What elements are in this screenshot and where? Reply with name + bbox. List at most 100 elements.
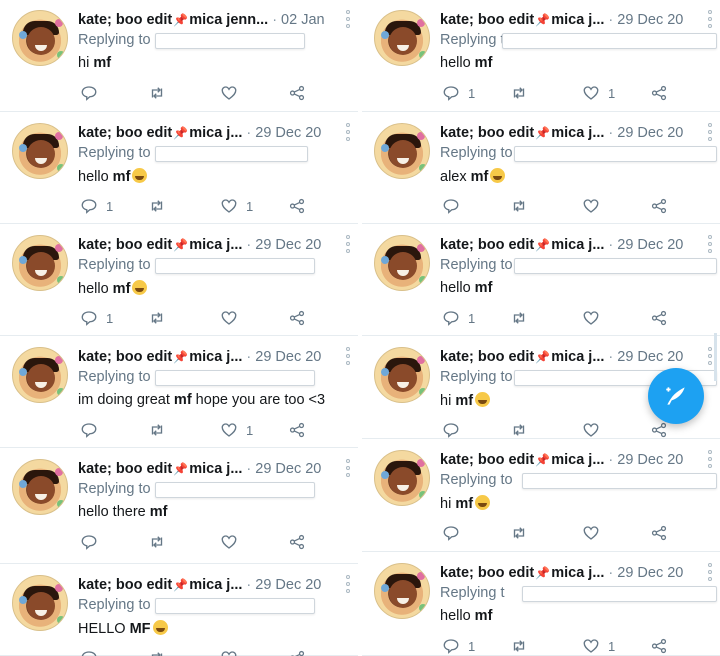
retweet-button[interactable] — [510, 524, 528, 542]
tweet-date[interactable]: 29 Dec 20 — [617, 12, 683, 28]
tweet-date[interactable]: 29 Dec 20 — [617, 349, 683, 365]
retweet-button[interactable] — [510, 421, 528, 439]
display-name[interactable]: kate; boo edit — [78, 349, 172, 365]
more-vertical-icon[interactable] — [708, 450, 712, 468]
scrollbar[interactable] — [714, 333, 717, 381]
display-name-suffix[interactable]: mica j... — [551, 12, 604, 28]
share-button[interactable] — [288, 309, 306, 327]
tweet[interactable]: kate; boo edit 📌 mica j... · 29 Dec 20 R… — [0, 337, 358, 448]
display-name[interactable]: kate; boo edit — [78, 461, 172, 477]
avatar[interactable] — [12, 459, 68, 515]
tweet[interactable]: kate; boo edit 📌 mica j... · 29 Dec 20 R… — [362, 0, 720, 112]
retweet-button[interactable] — [148, 649, 166, 656]
retweet-button[interactable] — [510, 197, 528, 215]
reply-button[interactable] — [80, 421, 106, 439]
avatar[interactable] — [374, 450, 430, 506]
tweet[interactable]: kate; boo edit 📌 mica j... · 29 Dec 20 R… — [362, 553, 720, 656]
share-button[interactable] — [288, 649, 306, 656]
avatar[interactable] — [374, 123, 430, 179]
display-name-suffix[interactable]: mica j... — [551, 237, 604, 253]
like-button[interactable] — [220, 84, 246, 102]
tweet-date[interactable]: 29 Dec 20 — [255, 577, 321, 593]
tweet-date[interactable]: 29 Dec 20 — [617, 237, 683, 253]
like-button[interactable] — [220, 649, 246, 656]
display-name-suffix[interactable]: mica j... — [551, 349, 604, 365]
tweet[interactable]: kate; boo edit 📌 mica j... · 29 Dec 20 R… — [0, 225, 358, 336]
like-button[interactable] — [582, 197, 608, 215]
display-name[interactable]: kate; boo edit — [440, 565, 534, 581]
retweet-button[interactable] — [148, 533, 166, 551]
display-name-suffix[interactable]: mica j... — [189, 237, 242, 253]
like-button[interactable] — [582, 524, 608, 542]
tweet-date[interactable]: 29 Dec 20 — [617, 565, 683, 581]
reply-button[interactable]: 1 — [442, 309, 475, 327]
avatar[interactable] — [12, 575, 68, 631]
like-button[interactable]: 1 — [582, 84, 615, 102]
display-name[interactable]: kate; boo edit — [78, 125, 172, 141]
avatar[interactable] — [374, 563, 430, 619]
display-name[interactable]: kate; boo edit — [440, 125, 534, 141]
display-name-suffix[interactable]: mica j... — [189, 461, 242, 477]
more-vertical-icon[interactable] — [346, 235, 350, 253]
display-name-suffix[interactable]: mica j... — [551, 565, 604, 581]
share-button[interactable] — [288, 84, 306, 102]
share-button[interactable] — [288, 421, 306, 439]
avatar[interactable] — [374, 10, 430, 66]
share-button[interactable] — [650, 637, 668, 655]
reply-button[interactable] — [80, 84, 106, 102]
tweet[interactable]: kate; boo edit 📌 mica j... · 29 Dec 20 R… — [362, 225, 720, 336]
like-button[interactable] — [582, 309, 608, 327]
display-name[interactable]: kate; boo edit — [78, 237, 172, 253]
display-name[interactable]: kate; boo edit — [78, 12, 172, 28]
display-name[interactable]: kate; boo edit — [440, 237, 534, 253]
tweet-date[interactable]: 29 Dec 20 — [617, 125, 683, 141]
tweet-date[interactable]: 29 Dec 20 — [255, 237, 321, 253]
display-name-suffix[interactable]: mica j... — [551, 125, 604, 141]
display-name-suffix[interactable]: mica jenn... — [189, 12, 268, 28]
retweet-button[interactable] — [148, 309, 166, 327]
more-vertical-icon[interactable] — [708, 123, 712, 141]
retweet-button[interactable] — [148, 197, 166, 215]
display-name-suffix[interactable]: mica j... — [189, 577, 242, 593]
more-vertical-icon[interactable] — [346, 347, 350, 365]
more-vertical-icon[interactable] — [346, 10, 350, 28]
retweet-button[interactable] — [510, 637, 528, 655]
tweet[interactable]: kate; boo edit 📌 mica jenn... · 02 Jan R… — [0, 0, 358, 112]
like-button[interactable]: 1 — [582, 637, 615, 655]
retweet-button[interactable] — [510, 309, 528, 327]
tweet[interactable]: kate; boo edit 📌 mica j... · 29 Dec 20 R… — [0, 565, 358, 656]
reply-button[interactable] — [442, 197, 468, 215]
avatar[interactable] — [12, 123, 68, 179]
like-button[interactable]: 1 — [220, 197, 253, 215]
more-vertical-icon[interactable] — [346, 575, 350, 593]
reply-button[interactable] — [442, 421, 468, 439]
tweet[interactable]: kate; boo edit 📌 mica j... · 29 Dec 20 R… — [362, 440, 720, 552]
tweet-date[interactable]: 02 Jan — [281, 12, 325, 28]
more-vertical-icon[interactable] — [346, 459, 350, 477]
retweet-button[interactable] — [510, 84, 528, 102]
reply-button[interactable] — [80, 533, 106, 551]
tweet[interactable]: kate; boo edit 📌 mica j... · 29 Dec 20 R… — [362, 113, 720, 224]
like-button[interactable] — [582, 421, 608, 439]
retweet-button[interactable] — [148, 421, 166, 439]
avatar[interactable] — [12, 235, 68, 291]
reply-button[interactable]: 1 — [442, 637, 475, 655]
avatar[interactable] — [374, 347, 430, 403]
share-button[interactable] — [288, 197, 306, 215]
avatar[interactable] — [374, 235, 430, 291]
reply-button[interactable] — [80, 649, 106, 656]
compose-tweet-button[interactable] — [648, 368, 704, 424]
tweet[interactable]: kate; boo edit 📌 mica j... · 29 Dec 20 R… — [0, 113, 358, 224]
tweet-date[interactable]: 29 Dec 20 — [255, 461, 321, 477]
display-name-suffix[interactable]: mica j... — [551, 452, 604, 468]
more-vertical-icon[interactable] — [708, 10, 712, 28]
display-name-suffix[interactable]: mica j... — [189, 349, 242, 365]
display-name[interactable]: kate; boo edit — [78, 577, 172, 593]
tweet[interactable]: kate; boo edit 📌 mica j... · 29 Dec 20 R… — [0, 449, 358, 564]
reply-button[interactable]: 1 — [80, 309, 113, 327]
avatar[interactable] — [12, 347, 68, 403]
reply-button[interactable]: 1 — [442, 84, 475, 102]
display-name-suffix[interactable]: mica j... — [189, 125, 242, 141]
share-button[interactable] — [650, 421, 668, 439]
share-button[interactable] — [288, 533, 306, 551]
